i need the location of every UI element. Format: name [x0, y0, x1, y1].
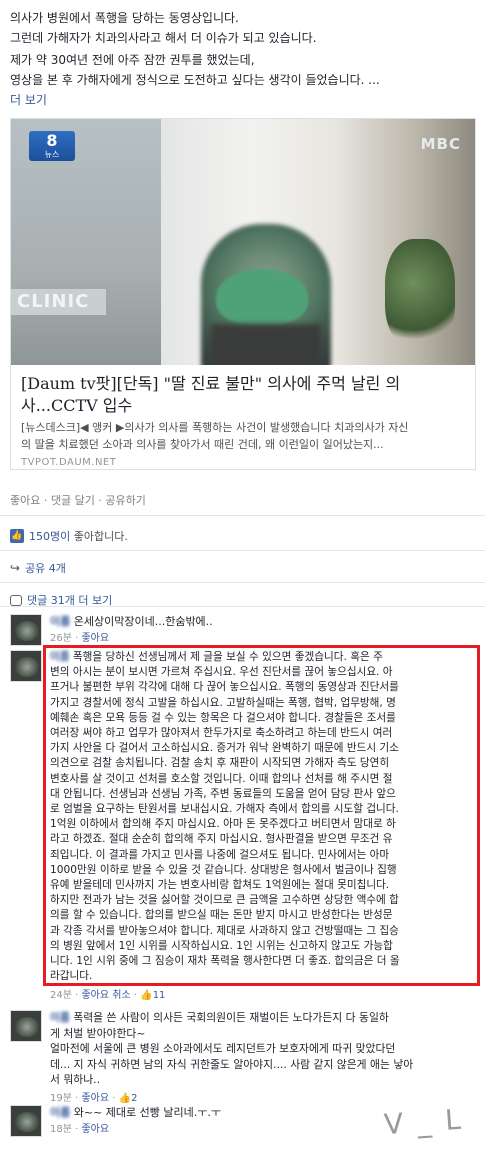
card-description: [뉴스데스크]◀ 앵커 ▶의사가 의사를 폭행하는 사건이 발생했습니다 치과의… [21, 419, 471, 453]
divider [0, 582, 485, 583]
post-text: 의사가 병원에서 폭행을 당하는 동영상입니다. 그런데 가해자가 치과의사라고… [10, 8, 478, 110]
card-title[interactable]: [Daum tv팟][단독] "딸 진료 불만" 의사에 주먹 날린 의 사..… [21, 373, 469, 417]
comment-meta: 19분 · 좋아요 · 👍2 [50, 1092, 138, 1104]
highlight-box [43, 645, 480, 986]
avatar-image [15, 1112, 39, 1132]
likes-count-link[interactable]: 150명이 [29, 530, 70, 543]
comment-like-count[interactable]: 2 [131, 1093, 137, 1104]
avatar[interactable] [10, 614, 42, 646]
comment-bubble-icon [10, 594, 22, 606]
card-domain: TVPOT.DAUM.NET [21, 457, 117, 468]
avatar[interactable] [10, 1010, 42, 1042]
card-title-line: [Daum tv팟][단독] "딸 진료 불만" 의사에 주먹 날린 의 [21, 374, 401, 393]
commenter-name[interactable]: 이름 [50, 1011, 70, 1024]
comment-like-button[interactable]: 좋아요 [81, 1093, 109, 1104]
share-button[interactable]: 공유하기 [105, 494, 145, 507]
post-line: 그런데 가해자가 치과의사라고 해서 더 이슈가 되고 있습니다. [10, 31, 317, 45]
comment-button[interactable]: 댓글 달기 [51, 494, 95, 507]
comment-body: 이름 온세상이막장이네...한숨밖에.. 26분 · 좋아요 [50, 614, 475, 647]
avatar-image [15, 621, 39, 641]
comment-time[interactable]: 24분 [50, 990, 72, 1001]
comment-text-line: 폭력을 쓴 사람이 의사든 국회의원이든 재벌이든 노다가든지 다 동일하 [73, 1011, 389, 1024]
plant-shape [385, 239, 455, 349]
post-line: 영상을 본 후 가해자에게 정식으로 도전하고 싶다는 생각이 들었습니다. .… [10, 73, 380, 87]
comment-like-thumb-icon: 👍 [140, 990, 153, 1002]
comment-text-line: 게 처벌 받아야한다~ [50, 1026, 146, 1040]
comment-time[interactable]: 18분 [50, 1124, 72, 1135]
logo-number: 8 [46, 131, 58, 150]
comment-like-button[interactable]: 좋아요 [81, 1124, 109, 1135]
likes-summary: 👍 150명이 좋아합니다. [10, 528, 128, 544]
card-desc-line: [뉴스데스크]◀ 앵커 ▶의사가 의사를 폭행하는 사건이 발생했습니다 치과의… [21, 421, 409, 434]
comment-time[interactable]: 26분 [50, 633, 72, 644]
comment-text-line: 서 뭐하나.. [50, 1073, 101, 1086]
shares-summary[interactable]: ↪ 공유 4개 [10, 560, 66, 576]
surgical-cap [216, 269, 308, 325]
shares-label: 공유 4개 [25, 562, 66, 575]
card-title-line: 사...CCTV 입수 [21, 396, 133, 415]
clinic-sign-text: CLINIC [17, 291, 90, 312]
mbc-watermark: MBC [420, 135, 461, 153]
comment: 이름 폭력을 쓴 사람이 의사든 국회의원이든 재벌이든 노다가든지 다 동일하… [10, 1010, 478, 1104]
divider [0, 606, 485, 607]
commenter-name[interactable]: 이름 [50, 615, 70, 628]
avatar[interactable] [10, 650, 42, 682]
share-icon: ↪ [10, 561, 21, 575]
avatar[interactable] [10, 1105, 42, 1137]
post-actions: 좋아요 · 댓글 달기 · 공유하기 [10, 492, 146, 508]
thumbs-up-icon: 👍 [10, 529, 24, 543]
logo-sub: 뉴스 [44, 150, 60, 159]
comment-time[interactable]: 19분 [50, 1093, 72, 1104]
comment-text-line: 데... 지 자식 귀하면 남의 자식 귀한줄도 알아야지.... 사람 같지 … [50, 1057, 414, 1071]
divider [0, 550, 485, 551]
avatar-image [15, 657, 39, 677]
comment-unlike-button[interactable]: 취소 [112, 990, 130, 1001]
like-button[interactable]: 좋아요 [10, 494, 40, 507]
video-thumbnail[interactable]: CLINIC 8 뉴스 MBC [11, 119, 475, 365]
link-preview-card[interactable]: CLINIC 8 뉴스 MBC [Daum tv팟][단독] "딸 진료 불만" … [10, 118, 476, 470]
divider [0, 515, 485, 516]
comment-like-count[interactable]: 11 [153, 990, 166, 1001]
comment-like-thumb-icon: 👍 [118, 1092, 132, 1104]
handwritten-scribble: V_L [383, 1101, 477, 1142]
post-line: 의사가 병원에서 폭행을 당하는 동영상입니다. [10, 11, 239, 25]
avatar-image [15, 1017, 39, 1037]
card-desc-line: 의 딸을 치료했던 소아과 의사를 찾아가서 때린 건데, 왜 이런일이 일어났… [21, 438, 384, 451]
comment-like-button[interactable]: 좋아요 [81, 633, 109, 644]
comment-meta: 24분 · 좋아요 취소 · 👍11 [50, 990, 166, 1002]
post-line: 제가 약 30여년 전에 아주 잠깐 권투를 했었는데, [10, 53, 255, 67]
comment-text-line: 얼마전에 서울에 큰 병원 소아과에서도 레지던트가 보호자에게 따귀 맞았다던 [50, 1042, 396, 1055]
comment-body: 이름 폭력을 쓴 사람이 의사든 국회의원이든 재벌이든 노다가든지 다 동일하… [50, 1010, 475, 1106]
news-channel-logo: 8 뉴스 [29, 131, 75, 161]
see-more-link[interactable]: 더 보기 [10, 93, 47, 107]
separator-dot: · [43, 494, 48, 507]
blurred-face [211, 324, 321, 365]
commenter-name[interactable]: 이름 [50, 1106, 70, 1119]
likes-suffix: 좋아합니다. [70, 530, 128, 543]
comment-text: 와~~ 제대로 선빵 날리네.ㅜ.ㅜ [73, 1106, 221, 1119]
separator-dot: · [98, 494, 102, 507]
comment-text: 온세상이막장이네...한숨밖에.. [73, 615, 213, 628]
comment-like-button[interactable]: 좋아요 [81, 990, 109, 1001]
